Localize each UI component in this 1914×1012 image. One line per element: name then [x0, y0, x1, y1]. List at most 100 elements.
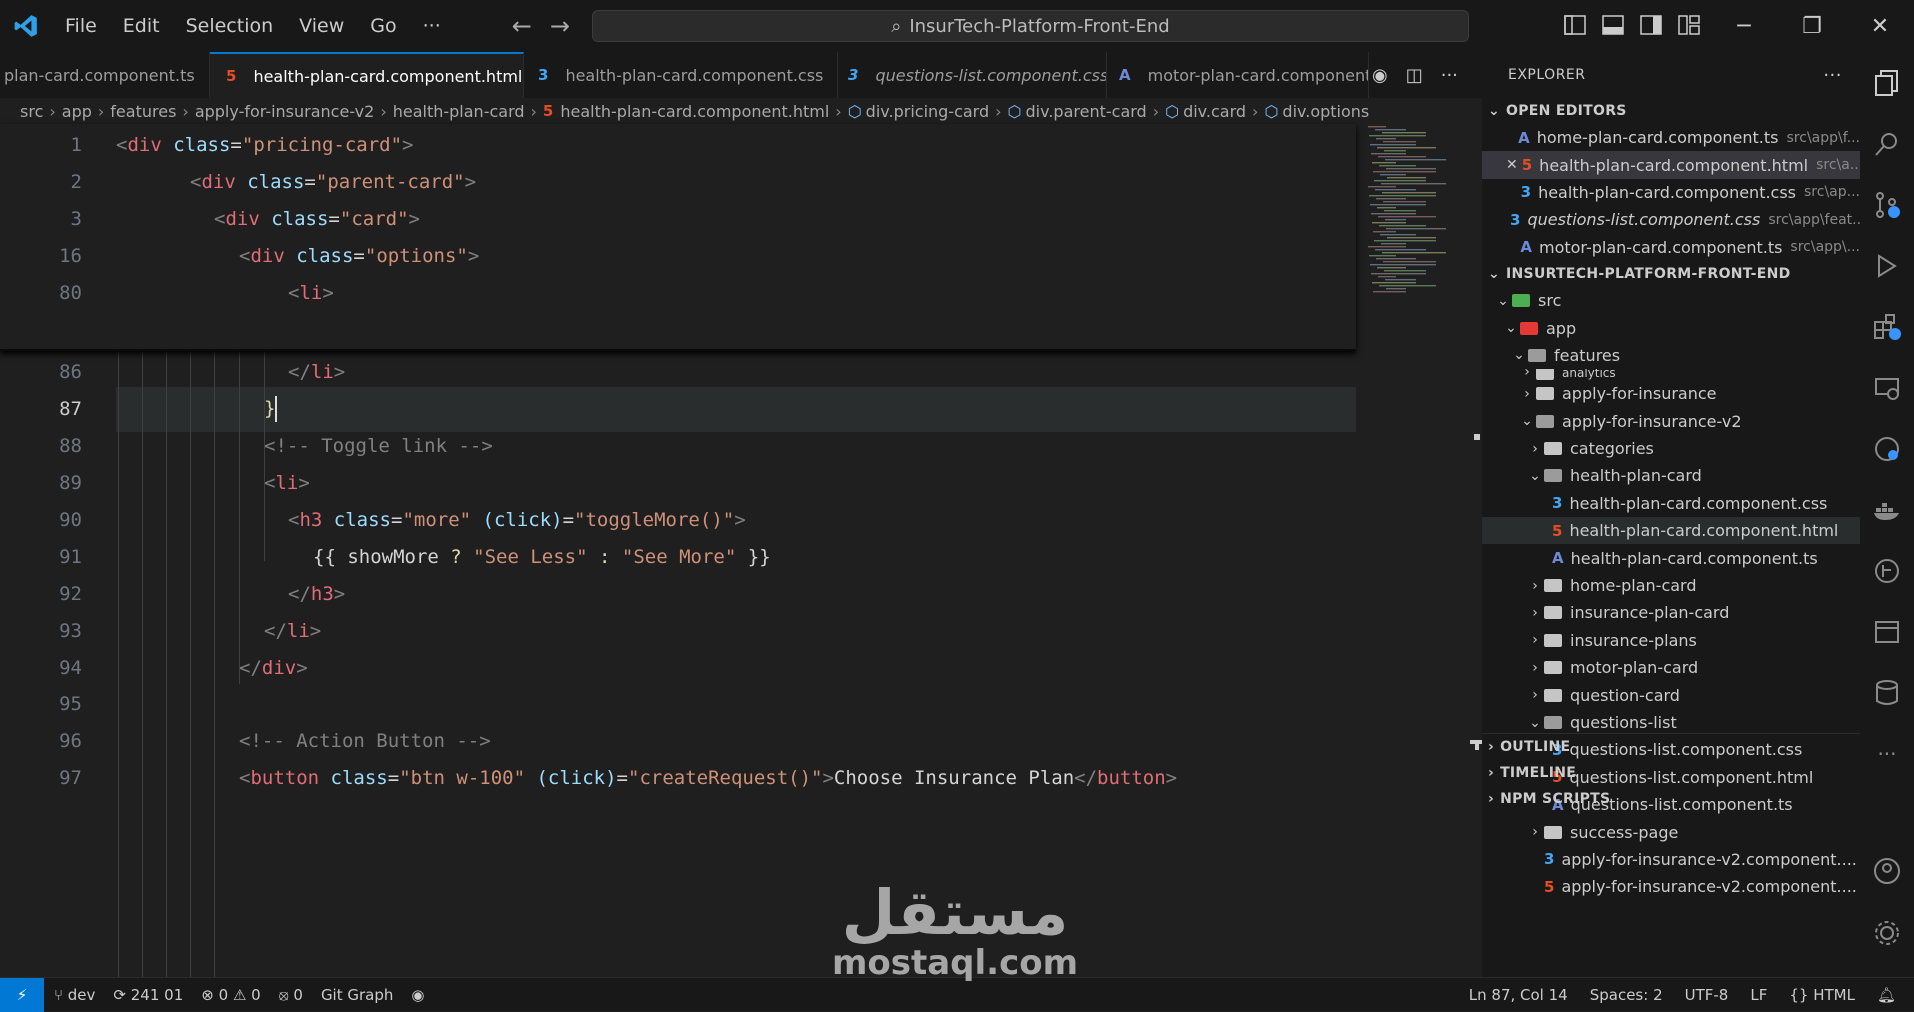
- folder-item[interactable]: ⌄ app: [1482, 314, 1860, 341]
- live-share-icon[interactable]: ◉: [411, 986, 424, 1004]
- close-window-icon[interactable]: ✕: [1846, 0, 1914, 52]
- file-item[interactable]: 3 health-plan-card.component.css: [1482, 490, 1860, 517]
- folder-item[interactable]: ⌄ health-plan-card: [1482, 462, 1860, 489]
- folder-item[interactable]: ⌄ features: [1482, 342, 1860, 369]
- css-file-icon: 3: [1520, 183, 1532, 202]
- menu-selection[interactable]: Selection: [173, 15, 287, 37]
- notifications-bell-icon[interactable]: 🔔︎: [1877, 986, 1896, 1004]
- timeline-section[interactable]: › TIMELINE: [1482, 760, 1860, 786]
- breadcrumb-options[interactable]: div.options: [1282, 102, 1369, 121]
- customize-layout-icon[interactable]: [1676, 12, 1702, 38]
- breadcrumb-app[interactable]: app: [62, 102, 92, 121]
- minimize-icon[interactable]: ─: [1710, 0, 1778, 52]
- outline-section[interactable]: › OUTLINE: [1482, 734, 1860, 760]
- encoding[interactable]: UTF-8: [1685, 986, 1729, 1004]
- minimap[interactable]: [1362, 124, 1470, 977]
- file-item[interactable]: 3 apply-for-insurance-v2.component....: [1482, 846, 1860, 873]
- panels-icon[interactable]: [1860, 601, 1914, 662]
- explorer-icon[interactable]: [1860, 52, 1914, 113]
- settings-gear-icon[interactable]: [1860, 902, 1914, 963]
- code-line[interactable]: 97 <button class="btn w-100" (click)="cre…: [0, 756, 1356, 801]
- open-editors-header[interactable]: ⌄ OPEN EDITORS: [1482, 98, 1860, 124]
- tab-label: health-plan-card.component.html: [253, 66, 523, 86]
- folder-item[interactable]: › insurance-plans: [1482, 627, 1860, 654]
- end-of-line[interactable]: LF: [1750, 986, 1767, 1004]
- file-item[interactable]: Ahealth-plan-card.component.ts: [1482, 544, 1860, 571]
- project-header[interactable]: ⌄ INSURTECH-PLATFORM-FRONT-END: [1482, 261, 1860, 287]
- branch-status[interactable]: ⑂ dev: [54, 986, 95, 1004]
- remote-indicator-icon[interactable]: ⚡: [0, 977, 44, 1012]
- code-line[interactable]: 80 <li>: [0, 270, 1356, 315]
- more-actions-icon[interactable]: ···: [1441, 65, 1458, 86]
- folder-item[interactable]: › question-card: [1482, 681, 1860, 708]
- remote-explorer-icon[interactable]: [1860, 357, 1914, 418]
- breadcrumb-card[interactable]: div.card: [1183, 102, 1246, 121]
- docker-icon[interactable]: [1860, 479, 1914, 540]
- extensions-icon[interactable]: [1860, 296, 1914, 357]
- more-views-icon[interactable]: ···: [1860, 723, 1914, 784]
- open-editor-item[interactable]: Amotor-plan-card.component.ts src\app\...: [1482, 234, 1860, 261]
- restore-icon[interactable]: ❐: [1778, 0, 1846, 52]
- open-editor-item[interactable]: 3 questions-list.component.css src\app\fea…: [1482, 206, 1860, 233]
- breadcrumb-file[interactable]: health-plan-card.component.html: [560, 102, 829, 121]
- folder-item[interactable]: › apply-for-insurance: [1482, 380, 1860, 407]
- open-preview-icon[interactable]: ◉: [1372, 65, 1388, 86]
- search-view-icon[interactable]: [1860, 113, 1914, 174]
- account-icon[interactable]: [1860, 840, 1914, 901]
- toggle-panel-icon[interactable]: [1600, 12, 1626, 38]
- ports-status[interactable]: ⦻ 0: [279, 986, 303, 1004]
- minimap-line: [1381, 183, 1446, 185]
- folder-item[interactable]: › insurance-plan-card: [1482, 599, 1860, 626]
- folder-item[interactable]: ⌄ apply-for-insurance-v2: [1482, 408, 1860, 435]
- breadcrumb-apply-v2[interactable]: apply-for-insurance-v2: [195, 102, 375, 121]
- toggle-primary-sidebar-icon[interactable]: [1562, 12, 1588, 38]
- folder-item[interactable]: ⌄ src: [1482, 287, 1860, 314]
- breadcrumb-features[interactable]: features: [110, 102, 176, 121]
- toggle-secondary-sidebar-icon[interactable]: [1638, 12, 1664, 38]
- folder-item[interactable]: › home-plan-card: [1482, 572, 1860, 599]
- problems-status[interactable]: ⊗ 0 ⚠ 0: [201, 986, 260, 1004]
- close-editor-icon[interactable]: ✕: [1506, 157, 1518, 173]
- folder-item[interactable]: › analytics: [1482, 369, 1860, 381]
- menu-file[interactable]: File: [52, 15, 110, 37]
- menu-view[interactable]: View: [286, 15, 357, 37]
- forward-arrow-icon[interactable]: →: [550, 12, 570, 40]
- indentation[interactable]: Spaces: 2: [1590, 986, 1663, 1004]
- source-control-icon[interactable]: [1860, 174, 1914, 235]
- minimap-line: [1369, 135, 1426, 137]
- tab-questions-list-css[interactable]: 3 questions-list.component.css: [838, 52, 1107, 98]
- run-debug-icon[interactable]: [1860, 235, 1914, 296]
- command-center-search[interactable]: ⌕ InsurTech-Platform-Front-End: [591, 10, 1469, 42]
- language-mode[interactable]: {} HTML: [1789, 986, 1855, 1004]
- github-icon[interactable]: [1860, 418, 1914, 479]
- menu-more[interactable]: ···: [410, 15, 454, 37]
- breadcrumb-pricing-card[interactable]: div.pricing-card: [866, 102, 989, 121]
- breadcrumb-health-plan-card[interactable]: health-plan-card: [393, 102, 525, 121]
- file-item[interactable]: 5 apply-for-insurance-v2.component....: [1482, 873, 1860, 900]
- breadcrumb-src[interactable]: src: [20, 102, 43, 121]
- breadcrumb-parent-card[interactable]: div.parent-card: [1026, 102, 1147, 121]
- tab-health-plan-card-css[interactable]: 3 health-plan-card.component.css: [524, 52, 838, 98]
- open-editor-item[interactable]: Ahome-plan-card.component.ts src\app\f...: [1482, 124, 1860, 151]
- sync-status[interactable]: ⟳ 241 01: [113, 986, 183, 1004]
- menu-go[interactable]: Go: [357, 15, 409, 37]
- file-item[interactable]: 5 health-plan-card.component.html: [1482, 517, 1860, 545]
- tab-health-plan-card-html[interactable]: 5 health-plan-card.component.html ✕: [210, 52, 524, 98]
- git-graph-status[interactable]: Git Graph: [321, 986, 393, 1004]
- folder-item[interactable]: › categories: [1482, 435, 1860, 462]
- cursor-position[interactable]: Ln 87, Col 14: [1469, 986, 1568, 1004]
- menu-edit[interactable]: Edit: [110, 15, 173, 37]
- open-editor-item[interactable]: 3 health-plan-card.component.css src\ap...: [1482, 179, 1860, 206]
- folder-item[interactable]: › motor-plan-card: [1482, 654, 1860, 681]
- npm-scripts-section[interactable]: › NPM SCRIPTS: [1482, 786, 1860, 812]
- explorer-more-icon[interactable]: ···: [1823, 65, 1842, 86]
- split-editor-icon[interactable]: ◫: [1406, 65, 1423, 86]
- code-editor[interactable]: 84</p>85<h3>EGP 400,000</h3>86</li>87}88…: [0, 124, 1356, 977]
- tab-plan-card-ts[interactable]: plan-card.component.ts: [0, 52, 210, 98]
- git-graph-icon[interactable]: [1860, 540, 1914, 601]
- folder-item[interactable]: › success-page: [1482, 818, 1860, 845]
- back-arrow-icon[interactable]: ←: [512, 12, 532, 40]
- tab-motor-plan-card-ts[interactable]: A motor-plan-card.component.ts: [1107, 52, 1369, 98]
- database-icon[interactable]: [1860, 662, 1914, 723]
- open-editor-item[interactable]: ✕ 5 health-plan-card.component.html src\a..…: [1482, 151, 1860, 179]
